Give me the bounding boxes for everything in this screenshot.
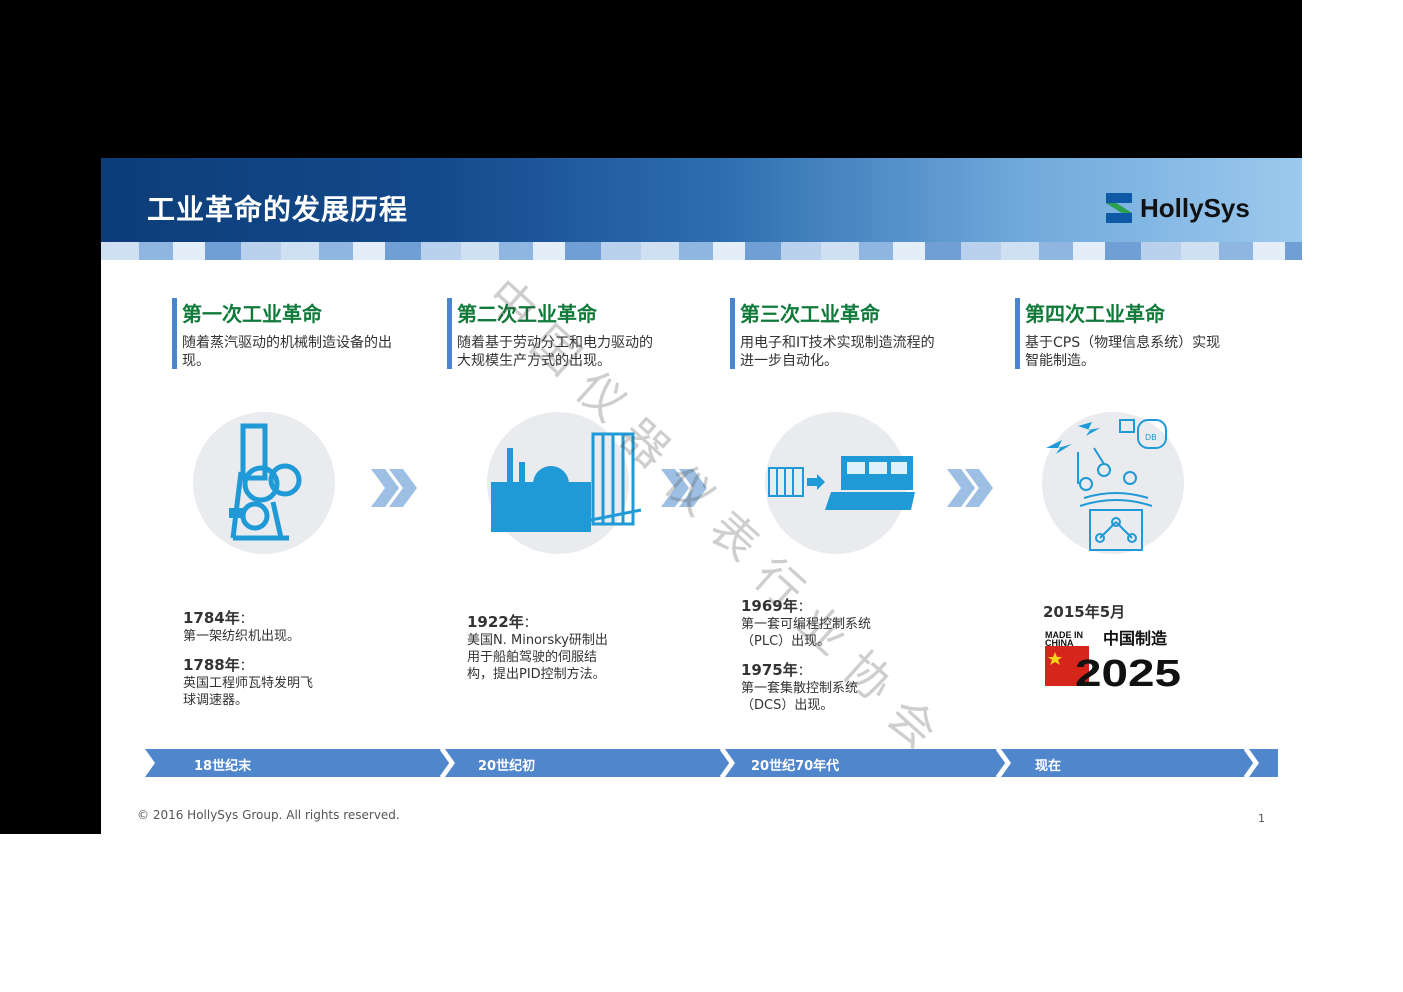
badge-cn-text: 中国制造 xyxy=(1103,629,1168,648)
steam-machine-icon xyxy=(229,423,302,541)
date-sep: ： xyxy=(797,664,811,679)
accent-bar xyxy=(447,298,452,369)
date-year: 2015年5月 xyxy=(1043,603,1126,621)
timeline-label: 18世纪末 xyxy=(194,759,252,774)
date-entry: 1788年： 英国工程师瓦特发明飞球调速器。 xyxy=(183,657,323,709)
slide: 工业革命的发展历程 HollySys 第一次工业革命 随着蒸汽驱动的机械制造设备… xyxy=(101,158,1302,834)
factory-illustration xyxy=(487,412,642,554)
made-in-china-2025-logo: MADE IN CHINA 中国制造 2025 xyxy=(1045,629,1181,695)
header-banner: 工业革命的发展历程 HollySys xyxy=(101,158,1302,242)
header-pixel-strip xyxy=(101,242,1302,260)
factory-icon xyxy=(491,432,642,532)
left-black-band xyxy=(0,158,101,834)
revolution-title: 第四次工业革命 xyxy=(1025,302,1165,326)
page-title: 工业革命的发展历程 xyxy=(147,193,409,226)
date-year: 1784年 xyxy=(183,609,240,627)
revolution-title: 第一次工业革命 xyxy=(182,302,322,326)
top-black-band xyxy=(0,0,1302,158)
date-entry: 2015年5月 xyxy=(1043,604,1193,622)
timeline-arrows xyxy=(145,748,1278,778)
accent-bar xyxy=(1015,298,1020,369)
chevron-right-icon xyxy=(947,469,993,507)
copyright-footer: © 2016 HollySys Group. All rights reserv… xyxy=(137,808,400,822)
revolution-desc: 用电子和IT技术实现制造流程的进一步自动化。 xyxy=(740,335,935,369)
date-entry: 1922年： 美国N. Minorsky研制出用于船舶驾驶的伺服结构，提出PID… xyxy=(467,614,615,683)
timeline-bar: 18世纪末 20世纪初 20世纪70年代 现在 xyxy=(145,748,1278,778)
chevron-right-icon xyxy=(371,469,417,507)
accent-bar xyxy=(730,298,735,369)
revolution-title: 第三次工业革命 xyxy=(740,302,880,326)
cps-illustration: DB xyxy=(1042,412,1184,554)
date-text: 美国N. Minorsky研制出用于船舶驾驶的伺服结构，提出PID控制方法。 xyxy=(467,633,608,682)
db-label: DB xyxy=(1145,433,1157,442)
badge-china: CHINA xyxy=(1045,638,1074,648)
date-entry: 1969年： 第一套可编程控制系统（PLC）出现。 xyxy=(741,598,881,650)
badge-year: 2025 xyxy=(1075,653,1181,690)
cps-network-icon: DB xyxy=(1046,419,1167,551)
date-entry: 1975年： 第一套集散控制系统（DCS）出现。 xyxy=(741,662,881,714)
dates-2: 1922年： 美国N. Minorsky研制出用于船舶驾驶的伺服结构，提出PID… xyxy=(467,614,615,695)
timeline-label: 现在 xyxy=(1035,759,1062,774)
accent-bar xyxy=(172,298,177,369)
date-text: 第一架纺织机出现。 xyxy=(183,629,301,644)
dates-3: 1969年： 第一套可编程控制系统（PLC）出现。 1975年： 第一套集散控制… xyxy=(741,598,881,726)
electronics-illustration xyxy=(765,412,915,554)
chevron-right-icon xyxy=(661,469,707,507)
revolution-desc: 基于CPS（物理信息系统）实现智能制造。 xyxy=(1025,335,1221,369)
steam-machine-illustration xyxy=(193,412,335,554)
made-in-china-2025-badge: MADE IN CHINA 中国制造 2025 xyxy=(1045,628,1183,695)
date-year: 1975年 xyxy=(741,661,798,679)
date-year: 1788年 xyxy=(183,656,240,674)
date-text: 第一套可编程控制系统（PLC）出现。 xyxy=(741,617,872,649)
revolution-desc: 随着基于劳动分工和电力驱动的大规模生产方式的出现。 xyxy=(457,335,653,369)
date-sep: ： xyxy=(797,600,811,615)
page-number: 1 xyxy=(1258,812,1265,825)
revolution-desc: 随着蒸汽驱动的机械制造设备的出现。 xyxy=(182,335,392,369)
date-text: 第一套集散控制系统（DCS）出现。 xyxy=(741,681,859,713)
date-sep: ： xyxy=(239,659,253,674)
date-text: 英国工程师瓦特发明飞球调速器。 xyxy=(183,676,314,708)
date-entry: 1784年： 第一架纺织机出现。 xyxy=(183,610,323,645)
date-sep: ： xyxy=(239,612,253,627)
logo-text: HollySys xyxy=(1140,193,1250,223)
revolution-title: 第二次工业革命 xyxy=(457,302,597,326)
date-year: 1922年 xyxy=(467,613,524,631)
timeline-label: 20世纪70年代 xyxy=(751,759,840,774)
plc-cabinet-icon xyxy=(768,456,915,510)
hollysys-logo: HollySys xyxy=(1104,191,1264,225)
hollysys-logo-icon xyxy=(1106,193,1132,223)
timeline-label: 20世纪初 xyxy=(478,759,536,774)
date-sep: ： xyxy=(523,616,537,631)
dates-1: 1784年： 第一架纺织机出现。 1788年： 英国工程师瓦特发明飞球调速器。 xyxy=(183,610,323,721)
date-year: 1969年 xyxy=(741,597,798,615)
